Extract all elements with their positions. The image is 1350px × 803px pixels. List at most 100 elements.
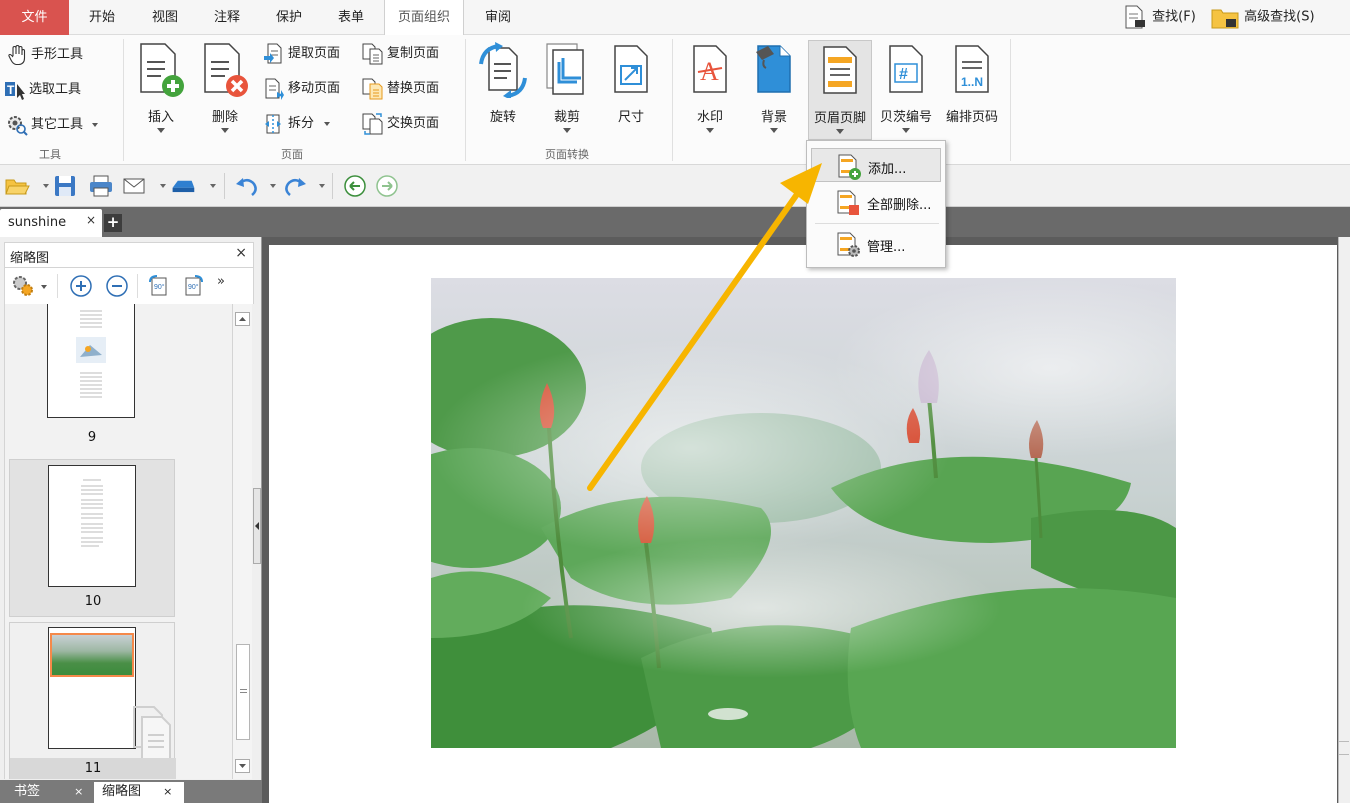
- extract-pages-button[interactable]: 提取页面: [263, 40, 340, 68]
- svg-text:1..N: 1..N: [961, 75, 983, 89]
- open-folder-icon[interactable]: [4, 174, 30, 198]
- background-button[interactable]: 背景: [744, 40, 804, 140]
- group-divider: [672, 39, 673, 161]
- move-pages-button[interactable]: 移动页面: [263, 75, 340, 103]
- redo-icon[interactable]: [282, 174, 308, 198]
- close-icon[interactable]: ×: [74, 785, 83, 798]
- save-icon[interactable]: [52, 174, 78, 198]
- previous-view-icon[interactable]: [342, 174, 368, 198]
- close-icon[interactable]: ×: [163, 785, 172, 798]
- page-number-label: 编排页码: [945, 110, 998, 125]
- toolbar-divider: [224, 173, 225, 199]
- thumbnail-image: [50, 633, 134, 677]
- split-button[interactable]: 拆分: [263, 110, 331, 138]
- rotate-icon: [479, 42, 527, 98]
- tab-home[interactable]: 开始: [76, 0, 128, 35]
- page-size-label: 尺寸: [617, 110, 644, 125]
- delete-page-button[interactable]: 删除: [195, 40, 255, 140]
- chevron-down-icon[interactable]: [43, 184, 49, 188]
- menu-item-manage-label: 管理...: [867, 240, 906, 255]
- chevron-down-icon[interactable]: [41, 285, 47, 289]
- menu-item-add[interactable]: 添加...: [811, 148, 941, 182]
- menu-item-remove-all[interactable]: 全部删除...: [811, 185, 941, 219]
- chevron-down-icon[interactable]: [319, 184, 325, 188]
- page-size-button[interactable]: 尺寸: [601, 40, 661, 140]
- next-view-icon[interactable]: [374, 174, 400, 198]
- close-icon[interactable]: ×: [235, 245, 247, 261]
- tab-review[interactable]: 审阅: [472, 0, 524, 35]
- text-select-icon: T: [5, 81, 25, 100]
- other-tools-label: 其它工具: [31, 117, 84, 132]
- panel-collapse-handle[interactable]: [253, 488, 261, 564]
- thumbnail-item[interactable]: 9: [9, 304, 175, 452]
- zoom-in-icon[interactable]: [69, 274, 93, 298]
- undo-icon[interactable]: [234, 174, 260, 198]
- advanced-find-button[interactable]: 高级查找(S): [1210, 4, 1315, 30]
- crop-button[interactable]: 裁剪: [537, 40, 597, 140]
- tab-bookmarks[interactable]: 书签 ×: [0, 782, 94, 803]
- copy-pages-button[interactable]: 复制页面: [362, 40, 439, 68]
- chevron-down-icon[interactable]: [210, 184, 216, 188]
- header-footer-dropdown: 添加... 全部删除... 管理...: [806, 140, 946, 268]
- tab-comment[interactable]: 注释: [201, 0, 253, 35]
- bates-number-button[interactable]: # 贝茨编号: [874, 40, 938, 140]
- zoom-out-icon[interactable]: [105, 274, 129, 298]
- pages-group-label: 页面: [281, 148, 303, 161]
- more-chevron-icon[interactable]: »: [217, 274, 225, 289]
- panel-bottom-tabs: 书签 × 缩略图 ×: [0, 780, 262, 803]
- insert-page-button[interactable]: 插入: [131, 40, 191, 140]
- replace-pages-label: 替换页面: [387, 81, 440, 96]
- copy-page-icon: [362, 43, 383, 64]
- find-label: 查找(F): [1152, 9, 1196, 25]
- swap-pages-button[interactable]: 交换页面: [362, 110, 439, 138]
- folder-search-icon: [1211, 9, 1239, 29]
- scanner-icon[interactable]: [170, 174, 196, 198]
- header-footer-label: 页眉页脚: [813, 111, 866, 126]
- close-icon[interactable]: ×: [86, 213, 96, 227]
- thumbnail-scrollbar[interactable]: [232, 304, 252, 779]
- thumbnail-item-selected[interactable]: 11: [9, 622, 176, 779]
- copy-pages-watermark-icon: [133, 706, 171, 760]
- email-icon[interactable]: [122, 174, 148, 198]
- toolbar-divider: [137, 274, 138, 298]
- rotate-button[interactable]: 旋转: [473, 40, 533, 140]
- chevron-down-icon[interactable]: [160, 184, 166, 188]
- chevron-down-icon[interactable]: [270, 184, 276, 188]
- select-tool-button[interactable]: T 选取工具: [4, 76, 81, 104]
- page-number-button[interactable]: 1..N 编排页码: [940, 40, 1004, 140]
- document-scrollbar[interactable]: [1338, 237, 1350, 803]
- header-footer-button[interactable]: 页眉页脚: [808, 40, 872, 140]
- hand-icon: [8, 44, 26, 65]
- tab-thumbnails[interactable]: 缩略图 ×: [94, 782, 184, 803]
- scroll-marker: [1339, 741, 1349, 755]
- scroll-down-button[interactable]: [235, 759, 250, 773]
- swap-pages-label: 交换页面: [387, 116, 440, 131]
- watermark-button[interactable]: A 水印: [680, 40, 740, 140]
- rotate-left-icon[interactable]: 90°: [147, 274, 171, 298]
- scrollbar-thumb[interactable]: [236, 644, 250, 740]
- group-divider: [465, 39, 466, 161]
- group-divider: [1010, 39, 1011, 161]
- tab-view[interactable]: 视图: [139, 0, 191, 35]
- add-header-icon: [838, 154, 861, 180]
- hand-tool-button[interactable]: 手形工具: [6, 41, 83, 69]
- scroll-up-button[interactable]: [235, 312, 250, 326]
- new-tab-button[interactable]: +: [104, 214, 122, 232]
- find-button[interactable]: 查找(F): [1122, 4, 1196, 30]
- tab-form[interactable]: 表单: [325, 0, 377, 35]
- document-tab[interactable]: sunshine ×: [0, 209, 102, 237]
- thumbnail-item[interactable]: 10: [9, 459, 175, 617]
- other-tools-button[interactable]: 其它工具: [6, 111, 99, 139]
- tab-protect[interactable]: 保护: [263, 0, 315, 35]
- menu-divider: [815, 223, 939, 224]
- menu-item-manage[interactable]: 管理...: [811, 227, 941, 261]
- replace-pages-button[interactable]: 替换页面: [362, 75, 439, 103]
- background-icon: [756, 45, 791, 93]
- tab-file[interactable]: 文件: [0, 0, 69, 35]
- rotate-right-icon[interactable]: 90°: [181, 274, 205, 298]
- options-gear-icon[interactable]: [11, 274, 35, 298]
- chevron-down-icon: [836, 129, 844, 134]
- thumbnail-toolbar: 90° 90° »: [4, 268, 254, 304]
- print-icon[interactable]: [88, 174, 114, 198]
- tab-organize[interactable]: 页面组织: [384, 0, 464, 36]
